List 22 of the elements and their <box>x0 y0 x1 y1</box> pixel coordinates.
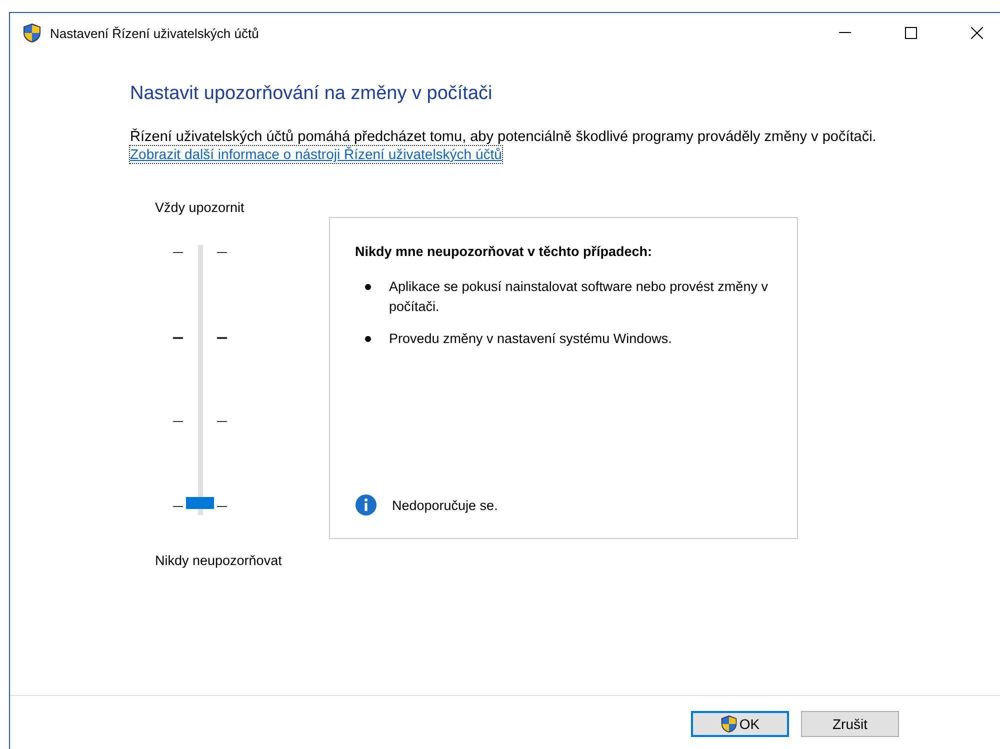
bullet-text: Aplikace se pokusí nainstalovat software nebo provést změny v počítači. <box>389 278 769 316</box>
more-info-link[interactable]: Zobrazit další informace o nástroji Řízení uživatelských účtů <box>130 146 502 163</box>
bullet-icon <box>365 336 371 342</box>
page-heading: Nastavit upozorňování na změny v počítači <box>130 83 494 105</box>
maximize-icon <box>905 27 917 39</box>
bullet-text: Provedu změny v nastavení systému Windows. <box>389 330 672 348</box>
slider-thumb[interactable] <box>186 497 214 509</box>
minimize-icon <box>839 32 851 34</box>
slider-bottom-label: Nikdy neupozorňovat <box>155 553 283 568</box>
notification-slider[interactable] <box>170 245 230 515</box>
bullet-icon <box>365 284 371 290</box>
window-title: Nastavení Řízení uživatelských účtů <box>50 26 260 40</box>
dialog-button[interactable]: OK <box>691 711 789 737</box>
panel-title: Nikdy mne neupozorňovat v těchto případech: <box>355 244 654 259</box>
slider-top-label: Vždy upozornit <box>155 200 246 215</box>
shield-icon <box>720 715 738 733</box>
description-text: Řízení uživatelských účtů pomáhá předcházet tomu, aby potenciálně škodlivé programy prováděly změny v počítači. <box>130 129 878 146</box>
info-icon <box>355 494 377 516</box>
note-text: Nedoporučuje se. <box>392 498 498 512</box>
close-icon <box>971 27 983 39</box>
shield-icon <box>22 23 42 43</box>
dialog-button[interactable]: Zrušit <box>801 711 899 737</box>
